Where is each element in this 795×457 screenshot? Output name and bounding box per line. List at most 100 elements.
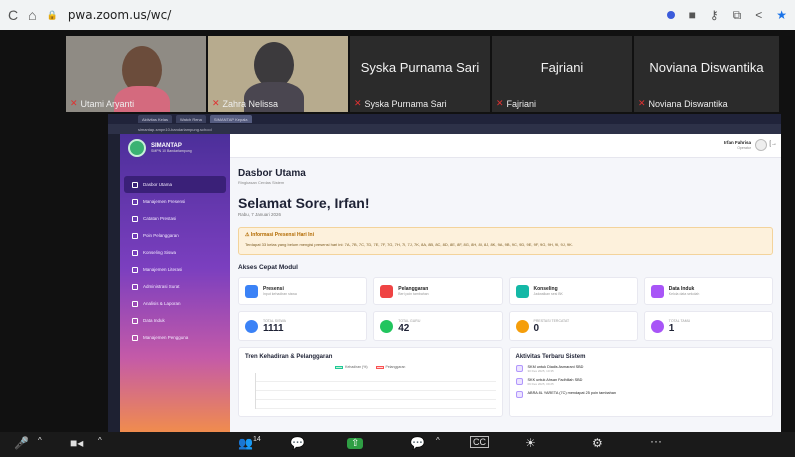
shared-tab-bar: Aktivitas Kelas Watch Rena SIMANTAP Kepa… bbox=[108, 114, 781, 124]
stat-card-prestasi: PRESTASI TERCATAT 0 bbox=[508, 311, 638, 341]
greeting-heading: Selamat Sore, Irfan! bbox=[238, 195, 370, 211]
camera-icon[interactable]: ■ bbox=[689, 8, 696, 22]
browser-toolbar: C ⌂ 🔒 pwa.zoom.us/wc/ ■ ⚷ ⧉ < ★ bbox=[0, 0, 795, 30]
reactions-chevron-icon[interactable]: ^ bbox=[436, 436, 440, 445]
shared-tab[interactable]: Watch Rena bbox=[176, 115, 206, 123]
video-camera-icon[interactable]: ■◂ bbox=[70, 436, 83, 450]
user-name: Irfan Fahrisa bbox=[723, 140, 751, 145]
trophy-icon bbox=[515, 319, 529, 333]
stat-label: TOTAL GURU bbox=[398, 318, 421, 323]
key-icon[interactable]: ⚷ bbox=[710, 8, 719, 22]
lock-icon: 🔒 bbox=[46, 9, 58, 20]
reactions-icon[interactable]: 💬 bbox=[410, 436, 425, 450]
card-desc: Beri poin tambahan bbox=[398, 292, 429, 296]
sidebar-item-data-induk[interactable]: Data Induk bbox=[124, 312, 226, 329]
sidebar-item-label: Data Induk bbox=[143, 318, 165, 323]
quick-card-data-induk[interactable]: Data Induk Kelola data sekolah bbox=[643, 277, 773, 305]
stat-value: 1 bbox=[668, 322, 675, 334]
user-role: Operator bbox=[737, 146, 751, 150]
video-tile[interactable]: Syska Purnama Sari ✕ Syska Purnama Sari bbox=[350, 36, 490, 112]
stage-background bbox=[0, 114, 108, 432]
activity-item[interactable]: SKK untuk Ahsan Fadhillah SBD 09 Des 2025… bbox=[515, 378, 767, 386]
activity-item[interactable]: ABRA 8L YARETA (7C) mendapat 25 poin tam… bbox=[515, 391, 767, 398]
shared-screen: Aktivitas Kelas Watch Rena SIMANTAP Kepa… bbox=[108, 114, 781, 432]
more-icon[interactable]: ··· bbox=[650, 434, 662, 448]
sidebar-item-konseling[interactable]: Konseling Siswa bbox=[124, 244, 226, 261]
chart-legend: Kehadiran (%) Pelanggaran bbox=[245, 365, 496, 369]
participant-name: Utami Aryanti bbox=[80, 98, 135, 109]
audio-options-chevron-icon[interactable]: ^ bbox=[38, 436, 42, 445]
participant-display-name: Fajriani bbox=[540, 60, 584, 75]
sidebar-item-pengguna[interactable]: Manajemen Pengguna bbox=[124, 329, 226, 346]
sidebar-item-pelanggaran[interactable]: Poin Pelanggaran bbox=[124, 227, 226, 244]
school-logo-icon bbox=[128, 139, 146, 157]
shared-tab[interactable]: SIMANTAP Kepala bbox=[209, 115, 252, 123]
sidebar-item-label: Konseling Siswa bbox=[143, 250, 177, 255]
sidebar-item-dasbor[interactable]: Dasbor Utama bbox=[124, 176, 226, 193]
sidebar-item-label: Dasbor Utama bbox=[143, 182, 173, 187]
stat-value: 0 bbox=[533, 322, 540, 334]
legend-item: Pelanggaran bbox=[375, 365, 405, 369]
quick-card-pelanggaran[interactable]: Pelanggaran Beri poin tambahan bbox=[373, 277, 503, 305]
shared-os-taskbar bbox=[108, 134, 120, 432]
video-tile[interactable]: Noviana Diswantika ✕ Noviana Diswantika bbox=[634, 36, 779, 112]
muted-mic-icon: ✕ bbox=[70, 98, 78, 108]
brand-subtitle: SMPN 10 Bandarlampung bbox=[151, 149, 192, 153]
participants-icon[interactable]: 👥14 bbox=[238, 436, 261, 450]
participant-name: Zahra Nelissa bbox=[222, 98, 279, 109]
activity-date: 09 Des 2025, 09:25 bbox=[527, 382, 554, 386]
mute-mic-icon[interactable]: 🎤 bbox=[14, 436, 29, 450]
card-desc: Jadwalkan sesi BK bbox=[533, 292, 563, 296]
share-screen-button[interactable]: ⇧ bbox=[347, 435, 364, 449]
database-icon bbox=[132, 317, 138, 324]
sidebar-item-surat[interactable]: Administrasi Surat bbox=[124, 278, 226, 295]
url-bar[interactable]: pwa.zoom.us/wc/ bbox=[68, 8, 171, 22]
sidebar-item-literasi[interactable]: Manajemen Literasi bbox=[124, 261, 226, 278]
chat-icon[interactable]: 💬 bbox=[290, 436, 305, 450]
video-options-chevron-icon[interactable]: ^ bbox=[98, 436, 102, 445]
sidebar-item-presensi[interactable]: Manajemen Presensi bbox=[124, 193, 226, 210]
sidebar-item-label: Manajemen Presensi bbox=[143, 199, 186, 204]
bookmark-star-icon[interactable]: ★ bbox=[776, 8, 787, 22]
extensions-icon[interactable]: ⧉ bbox=[733, 8, 742, 23]
sidebar-item-label: Catatan Prestasi bbox=[143, 216, 177, 221]
logout-icon[interactable]: [→ bbox=[769, 141, 777, 147]
page-title: Dasbor Utama bbox=[238, 168, 306, 179]
sidebar-item-prestasi[interactable]: Catatan Prestasi bbox=[124, 210, 226, 227]
legend-label: Kehadiran (%) bbox=[345, 365, 368, 369]
captions-icon[interactable]: CC bbox=[470, 436, 489, 448]
card-desc: Input kehadiran siswa bbox=[263, 292, 297, 296]
panel-title: Tren Kehadiran & Pelanggaran bbox=[245, 354, 333, 360]
activity-date: 30 Des 2025, 10:35 bbox=[527, 369, 554, 373]
shield-icon bbox=[380, 284, 394, 298]
home-icon[interactable]: ⌂ bbox=[28, 7, 36, 23]
activity-item[interactable]: SKM untuk Diadis Asmarani SBD 30 Des 2025… bbox=[515, 365, 767, 373]
trophy-icon bbox=[132, 215, 138, 222]
page-subtitle: Ringkasan Cerdas Sistem bbox=[238, 180, 285, 185]
video-tile[interactable]: ✕ Zahra Nelissa bbox=[208, 36, 348, 112]
settings-gear-icon[interactable]: ⚙ bbox=[592, 436, 603, 450]
apps-icon[interactable]: ☀ bbox=[525, 436, 536, 450]
stat-label: TOTAL TAMU bbox=[668, 318, 691, 323]
muted-mic-icon: ✕ bbox=[496, 98, 504, 108]
participant-label: ✕ Noviana Diswantika bbox=[638, 98, 728, 109]
chart-icon bbox=[132, 300, 138, 307]
dashboard-icon bbox=[132, 181, 138, 188]
quick-card-presensi[interactable]: Presensi Input kehadiran siswa bbox=[238, 277, 368, 305]
teacher-icon bbox=[380, 319, 394, 333]
shared-tab[interactable]: Aktivitas Kelas bbox=[138, 115, 173, 123]
user-avatar[interactable] bbox=[755, 139, 767, 151]
share-icon[interactable]: < bbox=[755, 8, 762, 22]
back-icon[interactable]: C bbox=[8, 7, 18, 23]
attendance-alert: ⚠ Informasi Presensi Hari Ini Terdapat 3… bbox=[238, 227, 773, 255]
profile-dot-icon[interactable] bbox=[666, 11, 675, 19]
quick-card-konseling[interactable]: Konseling Jadwalkan sesi BK bbox=[508, 277, 638, 305]
stat-label: TOTAL SISWA bbox=[263, 318, 286, 323]
video-tile[interactable]: Fajriani ✕ Fajriani bbox=[492, 36, 632, 112]
alert-title: ⚠ Informasi Presensi Hari Ini bbox=[245, 232, 766, 238]
sidebar-item-analisis[interactable]: Analisis & Laporan bbox=[124, 295, 226, 312]
participant-display-name: Syska Purnama Sari bbox=[360, 60, 480, 75]
participant-label: ✕ Zahra Nelissa bbox=[212, 98, 278, 109]
shared-address-bar: simantap-smpn10-bandarlampung.school bbox=[108, 124, 781, 134]
video-tile[interactable]: ✕ Utami Aryanti bbox=[66, 36, 206, 112]
